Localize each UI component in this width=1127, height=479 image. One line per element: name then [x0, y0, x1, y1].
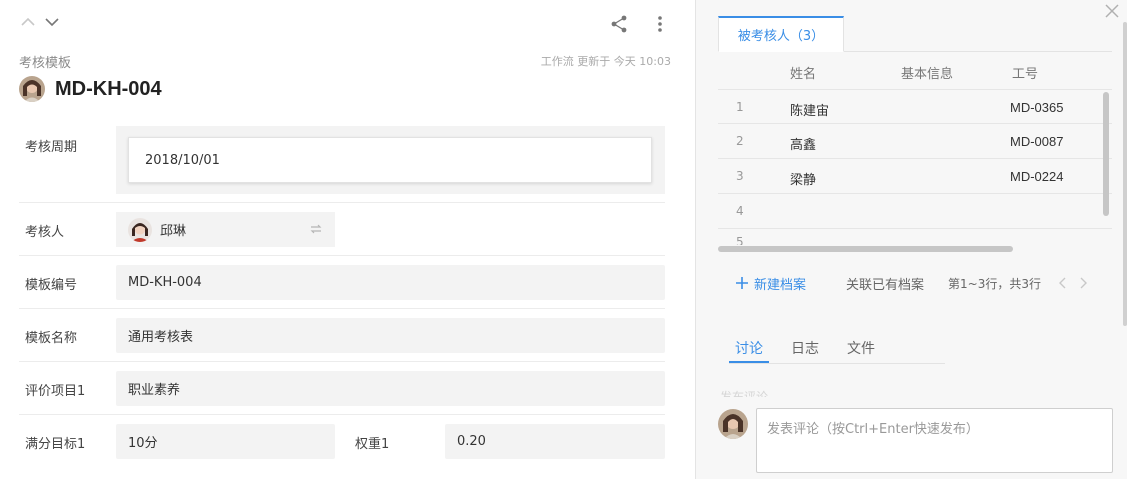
- table-row[interactable]: 4: [718, 194, 1112, 229]
- table-row[interactable]: 2 高鑫 MD-0087: [718, 124, 1112, 159]
- target1-label: 满分目标1: [25, 437, 86, 452]
- form-row-target1: 满分目标1 10分 权重1 0.20: [19, 415, 665, 468]
- plus-icon: [736, 277, 748, 289]
- assessee-table: 姓名 基本信息 工号 1 陈建宙 MD-0365 2 高鑫 MD-0087 3 …: [718, 52, 1112, 245]
- row-code: MD-0365: [1010, 100, 1064, 115]
- assessor-name: 邱琳: [160, 224, 187, 239]
- row-code: MD-0087: [1010, 134, 1064, 149]
- template-form: 考核周期 2018/10/01 考核人 邱琳 模板编号 MD-KH-004 模板…: [19, 118, 665, 468]
- period-field-wrap: 2018/10/01: [116, 126, 665, 194]
- row-name: 梁静: [790, 173, 817, 188]
- discussion-tabs: 讨论 日志 文件: [729, 334, 945, 364]
- item1-field[interactable]: 职业素养: [116, 371, 665, 406]
- target1-field[interactable]: 10分: [116, 424, 335, 459]
- avatar: [19, 76, 45, 102]
- template-no-field[interactable]: MD-KH-004: [116, 265, 665, 300]
- form-row-assessor: 考核人 邱琳: [19, 203, 665, 256]
- chevron-down-icon[interactable]: [44, 14, 60, 30]
- period-label: 考核周期: [25, 140, 78, 155]
- tab-assessees[interactable]: 被考核人（3）: [718, 16, 844, 52]
- row-index: 2: [736, 134, 744, 148]
- form-row-item1: 评价项目1 职业素养: [19, 362, 665, 415]
- assessor-label: 考核人: [25, 225, 65, 240]
- row-index: 1: [736, 100, 744, 114]
- link-existing-button[interactable]: 关联已有档案: [846, 274, 924, 293]
- new-record-button[interactable]: 新建档案: [736, 274, 806, 293]
- chevron-right-icon[interactable]: [1077, 276, 1091, 290]
- weight1-label: 权重1: [355, 437, 390, 452]
- assessor-avatar: [128, 217, 152, 242]
- tab-files[interactable]: 文件: [841, 334, 881, 363]
- weight1-field[interactable]: 0.20: [445, 424, 665, 459]
- row-name: 高鑫: [790, 138, 817, 153]
- record-detail-pane: 考核模板 工作流 更新于 今天 10:03 MD-KH-004 考核周期 201…: [0, 0, 695, 479]
- table-row-partial: 5: [718, 229, 1112, 245]
- title-row: MD-KH-004: [19, 76, 162, 102]
- page-title: MD-KH-004: [55, 77, 162, 100]
- item1-label: 评价项目1: [25, 384, 86, 399]
- row-index: 5: [736, 235, 744, 245]
- related-pane: 被考核人（3） 姓名 基本信息 工号 1 陈建宙 MD-0365 2 高鑫 MD…: [695, 0, 1127, 479]
- form-row-template-no: 模板编号 MD-KH-004: [19, 256, 665, 309]
- vertical-scrollbar[interactable]: [1103, 92, 1109, 216]
- tab-discussion[interactable]: 讨论: [729, 334, 769, 363]
- template-name-field[interactable]: 通用考核表: [116, 318, 665, 353]
- table-header: 姓名 基本信息 工号: [718, 52, 1112, 89]
- swap-icon[interactable]: [309, 222, 323, 236]
- share-icon[interactable]: [609, 14, 629, 34]
- row-index: 4: [736, 204, 744, 218]
- record-subtitle: 考核模板: [19, 56, 72, 71]
- pagination-text: 第1~3行，共3行: [948, 276, 1041, 291]
- column-header-name: 姓名: [790, 67, 817, 82]
- chevron-up-icon[interactable]: [20, 14, 36, 30]
- row-name: 陈建宙: [790, 104, 830, 119]
- column-header-info: 基本信息: [901, 67, 954, 82]
- assessor-field[interactable]: 邱琳: [116, 212, 335, 247]
- row-code: MD-0224: [1010, 169, 1064, 184]
- new-record-label: 新建档案: [754, 277, 807, 293]
- update-meta: 工作流 更新于 今天 10:03: [540, 55, 671, 68]
- column-header-code: 工号: [1012, 67, 1039, 82]
- form-row-template-name: 模板名称 通用考核表: [19, 309, 665, 362]
- more-vertical-icon[interactable]: [650, 14, 670, 34]
- table-row[interactable]: 1 陈建宙 MD-0365: [718, 89, 1112, 124]
- row-index: 3: [736, 169, 744, 183]
- period-date-input[interactable]: 2018/10/01: [128, 137, 652, 183]
- comment-input[interactable]: 发表评论（按Ctrl+Enter快速发布）: [756, 408, 1113, 473]
- horizontal-scrollbar[interactable]: [718, 246, 1013, 252]
- pane-scrollbar[interactable]: [1123, 22, 1127, 326]
- chevron-left-icon[interactable]: [1055, 276, 1069, 290]
- related-tabbar: 被考核人（3）: [718, 16, 1112, 52]
- table-actions: 新建档案 关联已有档案 第1~3行，共3行: [736, 272, 1106, 294]
- form-row-period: 考核周期 2018/10/01: [19, 118, 665, 203]
- table-row[interactable]: 3 梁静 MD-0224: [718, 159, 1112, 194]
- avatar: [718, 409, 748, 439]
- comment-composer: 发表评论（按Ctrl+Enter快速发布）: [696, 397, 1127, 479]
- template-name-label: 模板名称: [25, 331, 78, 346]
- tab-log[interactable]: 日志: [785, 334, 825, 363]
- template-no-label: 模板编号: [25, 278, 78, 293]
- record-nav: [20, 14, 60, 30]
